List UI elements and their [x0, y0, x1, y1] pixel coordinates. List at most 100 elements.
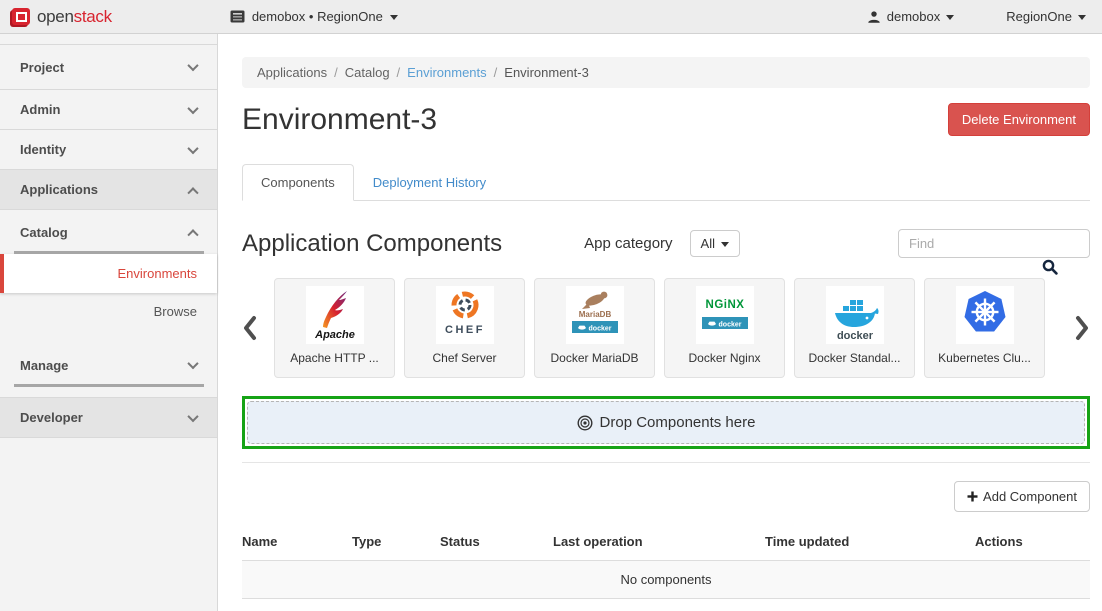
drop-components-zone[interactable]: Drop Components here — [247, 401, 1085, 444]
user-menu[interactable]: demobox — [867, 9, 954, 24]
tab-deployment-history[interactable]: Deployment History — [354, 164, 505, 201]
sidebar-item-applications[interactable]: Applications — [0, 170, 217, 210]
app-card-kubernetes[interactable]: Kubernetes Clu... — [924, 278, 1045, 378]
chevron-down-icon — [187, 358, 198, 369]
sidebar-item-label: Admin — [20, 102, 60, 117]
tab-bar: Components Deployment History — [242, 164, 1090, 201]
column-header-actions: Actions — [975, 525, 1090, 561]
dropzone-label: Drop Components here — [600, 414, 756, 431]
svg-text:NGiNX: NGiNX — [705, 299, 744, 311]
add-component-button[interactable]: Add Component — [954, 481, 1090, 512]
catalog-underline — [14, 251, 204, 254]
app-card-label: Docker Nginx — [688, 351, 760, 365]
app-card-label: Docker Standal... — [808, 351, 900, 365]
page-title: Environment-3 — [242, 103, 437, 137]
sidebar-item-developer[interactable]: Developer — [0, 398, 217, 438]
sidebar-item-label: Identity — [20, 142, 66, 157]
chevron-down-icon — [946, 15, 954, 20]
components-table: Name Type Status Last operation Time upd… — [242, 525, 1090, 599]
app-card-label: Apache HTTP ... — [290, 351, 378, 365]
app-card-docker-standalone[interactable]: docker Docker Standal... — [794, 278, 915, 378]
svg-text:Apache: Apache — [314, 329, 355, 341]
sidebar-divider — [0, 387, 217, 398]
chef-logo-icon: CHEF — [436, 286, 494, 344]
components-heading: Application Components — [242, 230, 502, 258]
column-header-last-operation: Last operation — [553, 525, 765, 561]
project-list-icon — [230, 10, 245, 23]
column-header-type: Type — [352, 525, 440, 561]
sidebar-spacer — [0, 330, 217, 343]
apache-logo-icon: Apache — [306, 286, 364, 344]
app-card-label: Docker MariaDB — [550, 351, 638, 365]
svg-text:CHEF: CHEF — [445, 324, 485, 336]
region-menu-label: RegionOne — [1006, 9, 1072, 24]
region-menu[interactable]: RegionOne — [1006, 9, 1086, 24]
breadcrumb-environments-link[interactable]: Environments — [407, 65, 486, 80]
sidebar-item-label: Environments — [118, 266, 197, 281]
chevron-down-icon — [187, 60, 198, 71]
sidebar-item-environments[interactable]: Environments — [0, 254, 217, 293]
sidebar-item-label: Applications — [20, 182, 98, 197]
app-card-chef[interactable]: CHEF Chef Server — [404, 278, 525, 378]
sidebar-item-label: Catalog — [20, 225, 68, 240]
carousel-prev-button[interactable] — [242, 315, 257, 341]
breadcrumb-applications[interactable]: Applications — [257, 65, 327, 80]
column-header-time-updated: Time updated — [765, 525, 975, 561]
breadcrumb-catalog[interactable]: Catalog — [345, 65, 390, 80]
sidebar-item-identity[interactable]: Identity — [0, 130, 217, 170]
dropzone-highlight: Drop Components here — [242, 396, 1090, 449]
breadcrumb-separator: / — [334, 65, 338, 80]
delete-environment-button[interactable]: Delete Environment — [948, 103, 1090, 136]
breadcrumb: Applications / Catalog / Environments / … — [242, 57, 1090, 88]
app-category-dropdown[interactable]: All — [690, 230, 740, 257]
kubernetes-logo-icon — [956, 286, 1014, 344]
app-card-apache[interactable]: Apache Apache HTTP ... — [274, 278, 395, 378]
app-card-docker-mariadb[interactable]: MariaDB docker Docker MariaDB — [534, 278, 655, 378]
sidebar-item-label: Manage — [20, 358, 68, 373]
sidebar-item-project[interactable]: Project — [0, 45, 217, 90]
app-category-label: App category — [584, 235, 672, 252]
manage-underline — [14, 384, 204, 387]
sidebar-item-label: Browse — [154, 304, 197, 319]
chevron-up-icon — [187, 187, 198, 198]
openstack-logo-text: openstack — [37, 7, 112, 27]
search-icon[interactable] — [1042, 259, 1058, 275]
column-header-name: Name — [242, 525, 352, 561]
carousel-next-button[interactable] — [1075, 315, 1090, 341]
user-icon — [867, 10, 881, 24]
chevron-down-icon — [187, 410, 198, 421]
app-card-label: Kubernetes Clu... — [938, 351, 1031, 365]
sidebar-item-label: Project — [20, 60, 64, 75]
plus-icon — [967, 491, 978, 502]
nginx-docker-logo-icon: NGiNX docker — [696, 286, 754, 344]
app-category-value: All — [701, 236, 715, 251]
breadcrumb-separator: / — [494, 65, 498, 80]
components-carousel: Apache Apache HTTP ... CHEF Chef Server — [242, 278, 1090, 378]
breadcrumb-separator: / — [397, 65, 401, 80]
sidebar: Project Admin Identity Applications Cata… — [0, 34, 218, 611]
sidebar-item-admin[interactable]: Admin — [0, 90, 217, 130]
sidebar-top-strip — [0, 34, 217, 45]
user-menu-label: demobox — [887, 9, 940, 24]
empty-table-row: No components — [242, 561, 1090, 599]
main-content: Applications / Catalog / Environments / … — [219, 34, 1102, 611]
sidebar-item-catalog[interactable]: Catalog — [0, 210, 217, 254]
divider — [242, 462, 1090, 463]
app-card-docker-nginx[interactable]: NGiNX docker Docker Nginx — [664, 278, 785, 378]
app-card-label: Chef Server — [432, 351, 496, 365]
svg-text:docker: docker — [836, 330, 873, 342]
add-component-label: Add Component — [983, 489, 1077, 504]
sidebar-item-manage[interactable]: Manage — [0, 343, 217, 387]
chevron-down-icon — [390, 15, 398, 20]
column-header-status: Status — [440, 525, 553, 561]
svg-text:docker: docker — [718, 322, 741, 329]
svg-text:docker: docker — [588, 326, 611, 333]
chevron-right-icon — [1075, 315, 1090, 341]
find-input[interactable] — [898, 229, 1090, 258]
sidebar-item-browse[interactable]: Browse — [0, 293, 217, 330]
chevron-down-icon — [187, 102, 198, 113]
breadcrumb-current: Environment-3 — [504, 65, 589, 80]
project-switcher[interactable]: demobox • RegionOne — [230, 9, 398, 24]
tab-components[interactable]: Components — [242, 164, 354, 201]
openstack-logo[interactable]: openstack — [12, 7, 112, 27]
